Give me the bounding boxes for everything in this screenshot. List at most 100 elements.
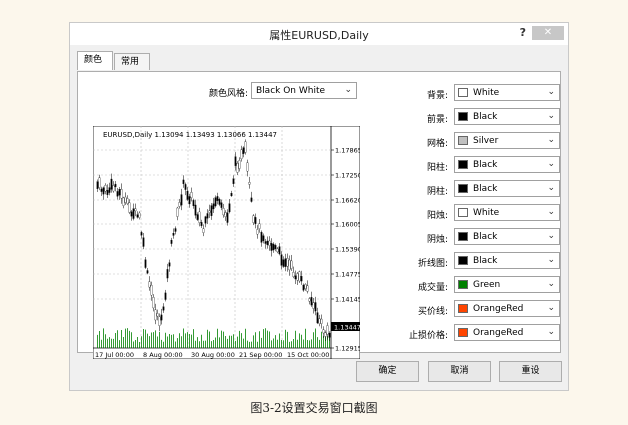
color-swatch bbox=[458, 136, 468, 145]
color-select[interactable]: Black ⌄ bbox=[454, 156, 560, 173]
reset-button[interactable]: 重设 bbox=[499, 361, 562, 382]
color-select[interactable]: White ⌄ bbox=[454, 204, 560, 221]
candle-body bbox=[100, 188, 103, 192]
color-select[interactable]: Green ⌄ bbox=[454, 276, 560, 293]
candle-body bbox=[316, 312, 319, 324]
candle-body bbox=[136, 214, 139, 218]
candle-body bbox=[148, 281, 151, 288]
current-price-label: 1.13447 bbox=[334, 324, 360, 332]
help-button[interactable]: ? bbox=[520, 26, 526, 39]
chevron-down-icon: ⌄ bbox=[547, 279, 555, 289]
candle-body bbox=[146, 270, 149, 274]
candle-body bbox=[200, 222, 203, 226]
candle-body bbox=[186, 190, 189, 200]
close-button[interactable]: ✕ bbox=[532, 26, 564, 40]
candle-body bbox=[268, 240, 271, 246]
candle-body bbox=[98, 177, 101, 188]
color-select[interactable]: Silver ⌄ bbox=[454, 132, 560, 149]
candle-body bbox=[298, 271, 301, 282]
chevron-down-icon: ⌄ bbox=[547, 111, 555, 121]
chevron-down-icon: ⌄ bbox=[547, 303, 555, 313]
chevron-down-icon: ⌄ bbox=[547, 255, 555, 265]
color-select[interactable]: Black ⌄ bbox=[454, 252, 560, 269]
color-label: 网格: bbox=[426, 139, 448, 149]
candle-body bbox=[232, 178, 235, 184]
color-select[interactable]: OrangeRed ⌄ bbox=[454, 324, 560, 341]
candle-body bbox=[182, 179, 185, 184]
color-label: 成交量: bbox=[417, 283, 448, 293]
color-value: White bbox=[473, 208, 500, 218]
color-select[interactable]: Black ⌄ bbox=[454, 180, 560, 197]
window-title: 属性EURUSD,Daily bbox=[269, 29, 369, 42]
candle-body bbox=[154, 309, 157, 321]
candle-body bbox=[246, 162, 249, 172]
color-swatch bbox=[458, 256, 468, 265]
color-style-select[interactable]: Black On White ⌄ bbox=[251, 82, 357, 99]
candle-body bbox=[306, 285, 309, 292]
candle-body bbox=[300, 276, 303, 282]
candle-body bbox=[110, 178, 113, 190]
candle-body bbox=[192, 200, 195, 206]
color-select[interactable]: Black ⌄ bbox=[454, 108, 560, 125]
color-label: 折线图: bbox=[417, 259, 448, 269]
color-value: OrangeRed bbox=[473, 304, 524, 314]
candle-body bbox=[174, 228, 177, 232]
candle-body bbox=[162, 306, 165, 311]
price-tick-label: 1.14145 bbox=[335, 296, 360, 304]
candle-body bbox=[216, 196, 219, 201]
candle-body bbox=[278, 246, 281, 255]
candle-body bbox=[264, 241, 267, 244]
candle-body bbox=[202, 228, 205, 233]
candle-body bbox=[284, 258, 287, 267]
candle-body bbox=[130, 211, 133, 217]
colors-panel: 颜色风格: Black On White ⌄ EURUSD,Daily 1.13… bbox=[77, 71, 561, 359]
color-label: 背景: bbox=[426, 91, 448, 101]
price-tick-label: 1.16005 bbox=[335, 221, 360, 229]
color-swatch bbox=[458, 208, 468, 217]
candle-body bbox=[236, 163, 239, 173]
price-tick-label: 1.15390 bbox=[335, 246, 360, 254]
candle-body bbox=[138, 212, 141, 218]
candle-body bbox=[312, 302, 315, 309]
date-tick-label: 21 Sep 00:00 bbox=[239, 351, 282, 359]
chart-preview: EURUSD,Daily 1.13094 1.13493 1.13066 1.1… bbox=[93, 126, 360, 359]
cancel-button[interactable]: 取消 bbox=[428, 361, 491, 382]
candle-body bbox=[282, 259, 285, 267]
chevron-down-icon: ⌄ bbox=[547, 159, 555, 169]
candle-body bbox=[322, 329, 325, 334]
chevron-down-icon: ⌄ bbox=[547, 87, 555, 97]
color-swatch bbox=[458, 160, 468, 169]
color-select[interactable]: White ⌄ bbox=[454, 84, 560, 101]
candle-body bbox=[190, 192, 193, 198]
chart-info-text: EURUSD,Daily 1.13094 1.13493 1.13066 1.1… bbox=[103, 131, 277, 139]
candle-body bbox=[212, 203, 215, 210]
tab-common[interactable]: 常用 bbox=[114, 53, 150, 70]
candle-body bbox=[258, 223, 261, 229]
candle-body bbox=[324, 332, 327, 337]
color-value: White bbox=[473, 88, 500, 98]
candle-body bbox=[220, 202, 223, 208]
color-style-value: Black On White bbox=[256, 86, 326, 96]
color-label: 阴柱: bbox=[426, 187, 448, 197]
color-label: 阴烛: bbox=[426, 235, 448, 245]
color-swatch bbox=[458, 304, 468, 313]
tab-colors[interactable]: 颜色 bbox=[77, 51, 113, 70]
candle-body bbox=[126, 198, 129, 204]
candle-body bbox=[292, 272, 295, 277]
price-tick-label: 1.16620 bbox=[335, 197, 360, 205]
candle-body bbox=[208, 210, 211, 213]
candle-body bbox=[328, 332, 331, 338]
candle-body bbox=[134, 208, 137, 212]
candle-body bbox=[310, 297, 313, 306]
candle-body bbox=[96, 181, 99, 189]
candle-body bbox=[132, 208, 135, 219]
color-value: Black bbox=[473, 232, 498, 242]
color-select[interactable]: OrangeRed ⌄ bbox=[454, 300, 560, 317]
candle-body bbox=[242, 147, 245, 154]
color-select[interactable]: Black ⌄ bbox=[454, 228, 560, 245]
candle-body bbox=[198, 211, 201, 223]
color-label: 止损价格: bbox=[408, 331, 448, 341]
candle-body bbox=[228, 203, 231, 213]
ok-button[interactable]: 确定 bbox=[356, 361, 419, 382]
color-style-label: 颜色风格: bbox=[208, 89, 248, 99]
